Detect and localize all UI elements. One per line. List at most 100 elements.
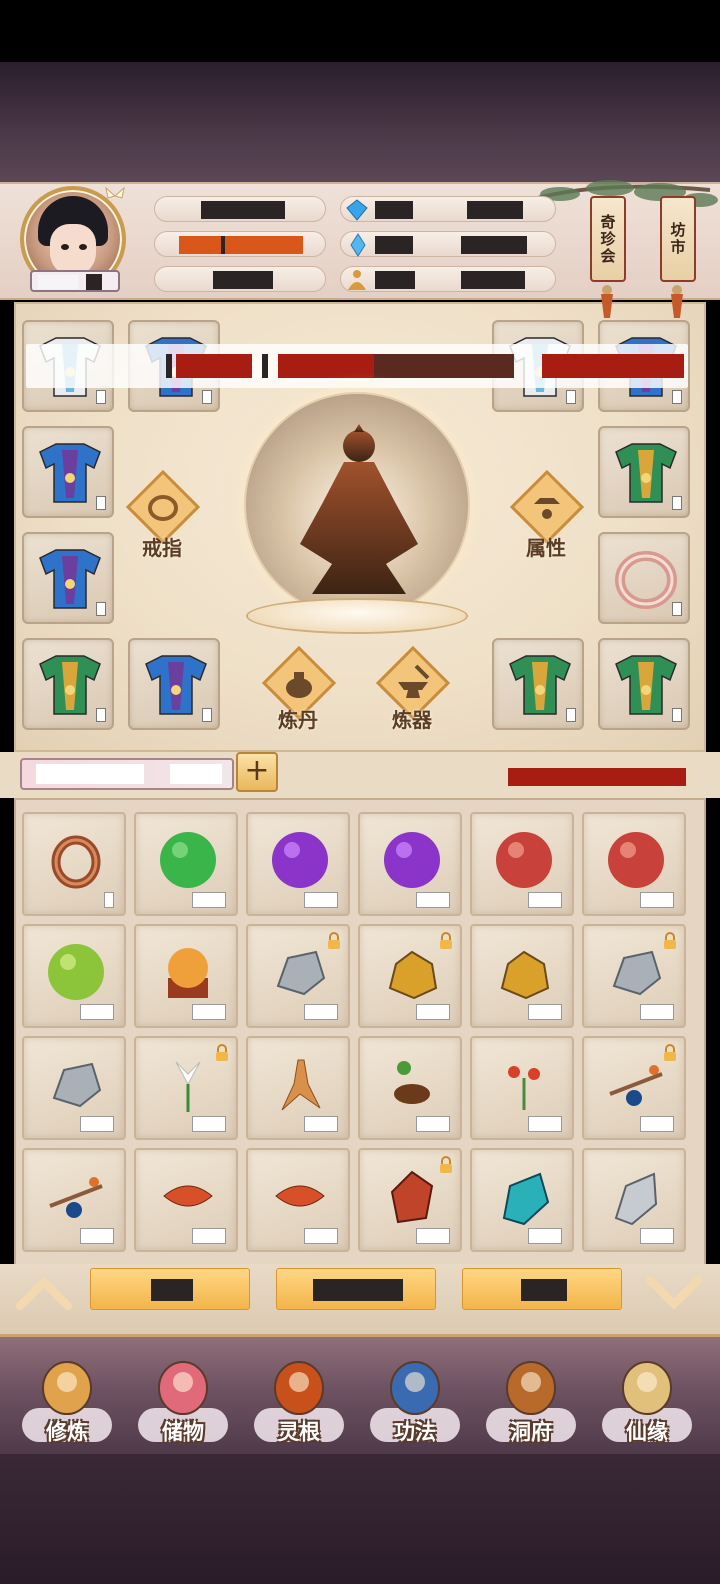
lock-icon	[664, 1044, 676, 1061]
nav-item-3[interactable]: 灵根	[244, 1344, 354, 1454]
inventory-slot[interactable]	[470, 812, 574, 916]
capacity-notice	[508, 768, 686, 786]
equipment-slot[interactable]	[598, 426, 690, 518]
inventory-slot[interactable]	[358, 924, 462, 1028]
inventory-slot[interactable]	[22, 812, 126, 916]
herb-root-icon	[394, 1061, 430, 1104]
status-bar-area	[0, 0, 720, 62]
inventory-slot[interactable]	[246, 812, 350, 916]
inventory-slot[interactable]	[582, 1036, 686, 1140]
red-flower-herb-icon	[508, 1066, 540, 1110]
storage-bag-icon	[158, 1361, 208, 1415]
meditation-pedestal	[246, 598, 468, 634]
inventory-slot[interactable]	[582, 1148, 686, 1252]
silver-ore-icon	[276, 950, 326, 996]
silver-ore-icon	[612, 950, 662, 996]
silver-ore-icon	[52, 1062, 102, 1108]
ginseng-root-icon	[281, 1059, 321, 1111]
nav-label: 洞府	[510, 1419, 552, 1444]
gourd-icon	[622, 1361, 672, 1415]
inventory-slot[interactable]	[22, 924, 126, 1028]
armor-icon	[509, 655, 571, 715]
batch-button[interactable]	[462, 1268, 622, 1310]
spirit-root-icon	[274, 1361, 324, 1415]
berry-branch-icon	[609, 1065, 663, 1106]
page-down-arrow-icon[interactable]	[644, 1272, 704, 1312]
cultivation-orb	[244, 392, 470, 618]
inventory-slot[interactable]	[582, 812, 686, 916]
armor-icon	[39, 655, 101, 715]
realm-pill	[154, 231, 326, 257]
attribute-button[interactable]: 属性	[509, 469, 585, 560]
spirit-stone-pill	[340, 196, 556, 222]
page-up-arrow-icon[interactable]	[14, 1272, 74, 1312]
capacity-bar	[20, 758, 234, 790]
equipment-slot[interactable]	[22, 426, 114, 518]
tassel-icon	[671, 285, 683, 318]
inventory-slot[interactable]	[358, 1148, 462, 1252]
inventory-slot[interactable]	[134, 1036, 238, 1140]
lock-icon	[328, 932, 340, 949]
decompose-button[interactable]	[276, 1268, 436, 1310]
player-name-pill	[154, 196, 326, 222]
orange-orb-stand-icon	[168, 948, 208, 998]
alchemy-button[interactable]: 炼丹	[261, 645, 337, 732]
inventory-slot[interactable]	[582, 924, 686, 1028]
treasure-fair-button[interactable]: 奇珍会	[590, 196, 626, 282]
nav-item-1[interactable]: 修炼	[12, 1344, 122, 1454]
armor-icon	[39, 549, 101, 609]
lock-icon	[440, 1156, 452, 1173]
butterfly-icon	[105, 186, 125, 199]
expand-capacity-button[interactable]: +	[236, 752, 278, 792]
equipment-slot[interactable]	[492, 638, 584, 730]
armor-icon	[39, 443, 101, 503]
inventory-slot[interactable]	[358, 1036, 462, 1140]
inventory-slot[interactable]	[22, 1036, 126, 1140]
equipment-slot[interactable]	[22, 638, 114, 730]
green-orb-icon	[160, 832, 216, 888]
white-lily-icon	[175, 1061, 201, 1112]
meditation-icon	[348, 270, 366, 290]
equipment-slot[interactable]	[22, 532, 114, 624]
inventory-slot[interactable]	[22, 1148, 126, 1252]
top-backdrop	[0, 62, 720, 182]
equipment-slot[interactable]	[598, 532, 690, 624]
berry-branch-icon	[49, 1177, 103, 1218]
purple-orb-icon	[384, 832, 440, 888]
inventory-slot[interactable]	[470, 1148, 574, 1252]
sort-button[interactable]	[90, 1268, 250, 1310]
cave-dwelling-icon	[506, 1361, 556, 1415]
inventory-slot[interactable]	[134, 1148, 238, 1252]
inventory-slot[interactable]	[470, 924, 574, 1028]
forge-label: 炼器	[392, 708, 432, 732]
nav-item-6[interactable]: 仙缘	[592, 1344, 702, 1454]
inventory-slot[interactable]	[134, 924, 238, 1028]
tassel-icon	[601, 285, 613, 318]
inventory-slot[interactable]	[358, 812, 462, 916]
nav-label: 储物	[162, 1419, 204, 1444]
inventory-slot[interactable]	[134, 812, 238, 916]
equipment-slot[interactable]	[598, 638, 690, 730]
inventory-slot[interactable]	[470, 1036, 574, 1140]
meditating-figure-icon	[300, 424, 418, 594]
ring-label: 戒指	[142, 536, 182, 560]
forge-button[interactable]: 炼器	[375, 645, 451, 732]
armor-icon	[615, 443, 677, 503]
cordyceps-icon	[275, 1185, 325, 1207]
gold-ore-icon	[388, 950, 438, 1000]
nav-item-5[interactable]: 洞府	[476, 1344, 586, 1454]
market-button[interactable]: 坊市	[660, 196, 696, 282]
nav-label: 仙缘	[626, 1419, 668, 1444]
inventory-slot[interactable]	[246, 1148, 350, 1252]
player-name-plate	[30, 270, 120, 292]
ring-icon	[51, 835, 101, 889]
technique-book-icon	[390, 1361, 440, 1415]
equipment-slot[interactable]	[128, 638, 220, 730]
inventory-slot[interactable]	[246, 924, 350, 1028]
nav-item-2[interactable]: 储物	[128, 1344, 238, 1454]
inventory-slot[interactable]	[246, 1036, 350, 1140]
purple-orb-icon	[272, 832, 328, 888]
ring-button[interactable]: 戒指	[125, 469, 201, 560]
armor-icon	[145, 655, 207, 715]
nav-item-4[interactable]: 功法	[360, 1344, 470, 1454]
